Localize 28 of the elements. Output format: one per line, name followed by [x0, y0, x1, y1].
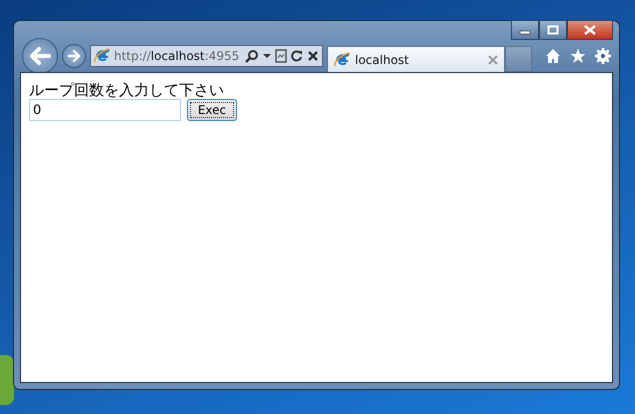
- e-logo-icon: [94, 48, 110, 64]
- prompt-label: ループ回数を入力して下さい: [29, 81, 225, 99]
- loop-count-field[interactable]: 0: [29, 99, 181, 121]
- forward-button[interactable]: [62, 44, 86, 68]
- document-icon[interactable]: [275, 49, 287, 63]
- back-button[interactable]: [22, 38, 58, 74]
- desktop-decoration: [0, 355, 14, 405]
- address-bar[interactable]: http://localhost:4955: [90, 45, 323, 67]
- left-arrow-icon: [29, 47, 51, 65]
- home-icon[interactable]: [545, 48, 561, 64]
- star-icon[interactable]: [570, 48, 586, 64]
- close-tab-icon[interactable]: [488, 54, 498, 64]
- minimize-button[interactable]: [511, 20, 539, 40]
- tab-title: localhost: [355, 52, 410, 66]
- e-logo-icon: [334, 52, 350, 68]
- refresh-icon[interactable]: [291, 50, 303, 62]
- search-icon[interactable]: [245, 49, 259, 63]
- right-arrow-icon: [67, 50, 81, 62]
- exec-button[interactable]: Exec: [187, 99, 237, 121]
- close-icon: [583, 25, 597, 35]
- maximize-icon: [547, 25, 559, 35]
- close-button[interactable]: [567, 20, 613, 40]
- settings-icon[interactable]: [595, 48, 611, 64]
- url-text: http://localhost:4955: [114, 49, 240, 63]
- stop-icon[interactable]: [307, 50, 319, 62]
- maximize-button[interactable]: [539, 20, 567, 40]
- browser-tab[interactable]: localhost: [327, 46, 505, 72]
- dropdown-caret-icon[interactable]: [263, 53, 271, 59]
